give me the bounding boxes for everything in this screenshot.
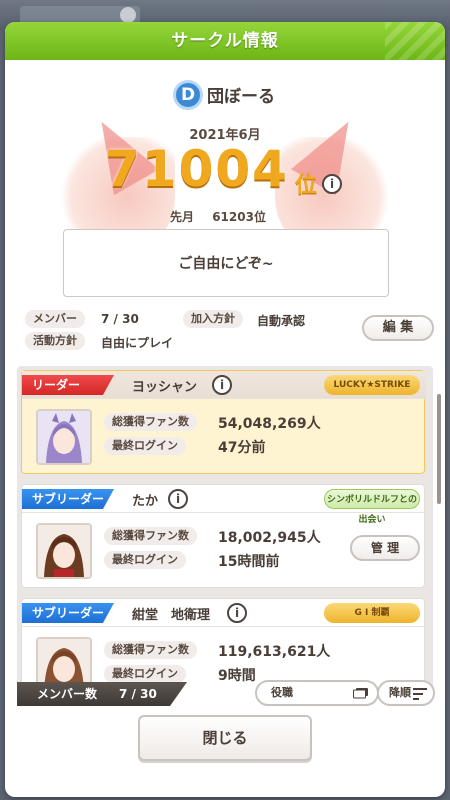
circle-name: 団ぼーる [207, 87, 275, 107]
close-button[interactable]: 閉じる [138, 715, 312, 761]
last-login-label: 最終ログイン [104, 437, 186, 455]
circle-info-dialog: サークル情報 D 団ぼーる 2021年6月 71004 位 i 先月 61203… [5, 22, 445, 797]
role-tag-leader: リーダー [22, 375, 114, 395]
manage-button[interactable]: 管 理 [350, 535, 420, 561]
fans-label: 総獲得ファン数 [104, 527, 197, 545]
last-login-label: 最終ログイン [104, 551, 186, 569]
previous-month-rank: 先月 61203位 [170, 208, 266, 225]
rank-info-icon[interactable]: i [322, 174, 342, 194]
circle-message: ご自由にどぞ~ [63, 229, 389, 297]
previous-month-value: 61203位 [212, 210, 266, 224]
avatar[interactable] [36, 523, 92, 579]
rank-number: 71004 [105, 140, 289, 198]
members-label: メンバー [25, 310, 85, 328]
role-tag-subleader: サブリーダー [22, 603, 114, 623]
fans-label: 総獲得ファン数 [104, 641, 197, 659]
background-icon [120, 7, 136, 23]
member-list-toolbar: メンバー数 7 / 30 役職 降順 [17, 680, 435, 706]
fans-value: 18,002,945人 [218, 530, 321, 546]
member-title-badge: G I 制覇 [324, 603, 420, 623]
member-name: たか [132, 494, 159, 509]
member-title-badge: LUCKY★STRIKE [324, 375, 420, 395]
avatar[interactable] [36, 409, 92, 465]
member-card-leader[interactable]: リーダー ヨッシャン i LUCKY★STRIKE 総獲得ファン数 54,048… [21, 370, 426, 474]
member-name: 紺堂 地衛理 [132, 608, 211, 623]
activity-policy-value: 自由にプレイ [101, 336, 174, 350]
join-policy-value: 自動承認 [257, 314, 306, 328]
avatar-portrait-icon [38, 411, 90, 463]
circle-emblem-icon: D [173, 80, 203, 110]
member-info-icon[interactable]: i [168, 489, 188, 509]
edit-button[interactable]: 編 集 [362, 315, 434, 341]
rank-suffix: 位 [295, 173, 318, 198]
last-login-value: 47分前 [218, 440, 266, 456]
member-list[interactable]: リーダー ヨッシャン i LUCKY★STRIKE 総獲得ファン数 54,048… [17, 366, 433, 696]
member-info-icon[interactable]: i [227, 603, 247, 623]
fans-value: 119,613,621人 [218, 644, 331, 660]
filter-card-icon [353, 688, 368, 699]
fans-value: 54,048,269人 [218, 416, 321, 432]
member-card-subleader[interactable]: サブリーダー たか i シンボリルドルフとの出会い 総獲得ファン数 18,002… [21, 484, 426, 588]
sort-order-label: 降順 [389, 686, 411, 699]
dialog-title: サークル情報 [5, 22, 445, 60]
member-info-icon[interactable]: i [212, 375, 232, 395]
member-list-scrollbar[interactable] [437, 394, 441, 504]
join-policy-label: 加入方針 [183, 310, 243, 328]
role-tag-subleader: サブリーダー [22, 489, 114, 509]
previous-month-label: 先月 [170, 210, 195, 224]
activity-policy-label: 活動方針 [25, 332, 85, 350]
avatar-portrait-icon [38, 525, 90, 577]
member-name: ヨッシャン [132, 380, 198, 395]
last-login-value: 15時間前 [218, 554, 280, 570]
sort-lines-icon [413, 688, 427, 700]
role-filter-button[interactable]: 役職 [255, 680, 379, 706]
members-value: 7 / 30 [101, 312, 139, 326]
role-filter-label: 役職 [271, 686, 293, 699]
member-count-value: 7 / 30 [119, 687, 157, 701]
member-count-label: メンバー数 [37, 687, 98, 701]
fans-label: 総獲得ファン数 [104, 413, 197, 431]
sort-order-button[interactable]: 降順 [377, 680, 435, 706]
member-count-tab: メンバー数 7 / 30 [17, 682, 187, 706]
member-title-badge: シンボリルドルフとの出会い [324, 489, 420, 525]
